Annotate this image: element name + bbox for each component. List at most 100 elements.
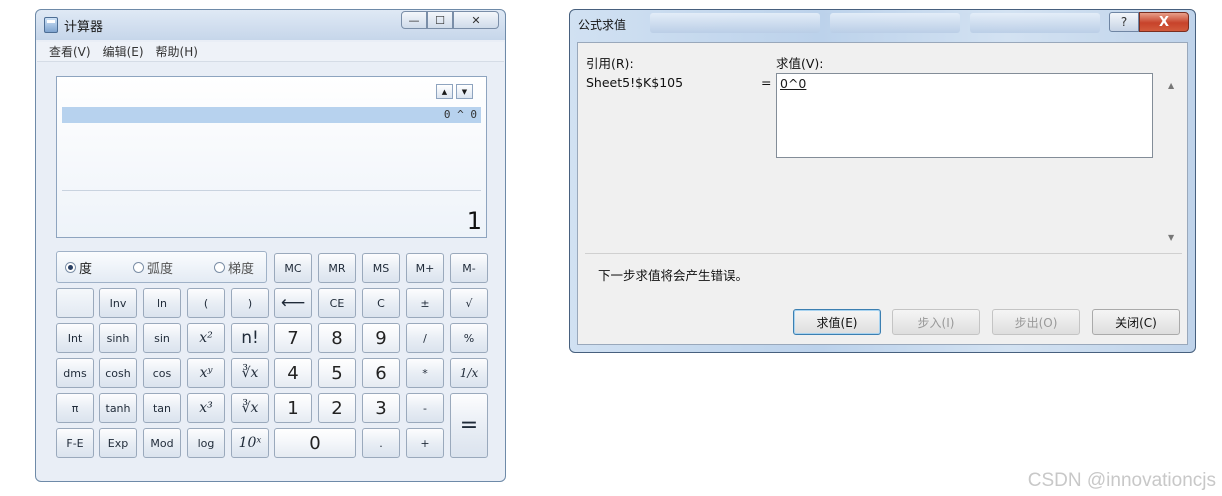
radio-grads[interactable]: 梯度 bbox=[213, 258, 254, 277]
menu-view[interactable]: 查看(V) bbox=[49, 43, 91, 60]
add-button[interactable]: + bbox=[406, 428, 444, 458]
evaluation-expression: 0^0 bbox=[780, 76, 807, 91]
square-button[interactable]: x² bbox=[187, 323, 225, 353]
backspace-button[interactable]: ⟵ bbox=[274, 288, 312, 318]
ten-power-button[interactable]: 10ˣ bbox=[231, 428, 269, 458]
history-scroll-up-button[interactable]: ▲ bbox=[436, 84, 453, 99]
fixed-exponent-button[interactable]: F-E bbox=[56, 428, 94, 458]
angle-mode-group: 度 弧度 梯度 bbox=[56, 251, 267, 283]
dialog-title: 公式求值 bbox=[578, 18, 627, 32]
history-scroll-down-button[interactable]: ▼ bbox=[456, 84, 473, 99]
digit-2-button[interactable]: 2 bbox=[318, 393, 356, 423]
factorial-button[interactable]: n! bbox=[231, 323, 269, 353]
evaluation-textbox[interactable]: 0^0 bbox=[776, 73, 1153, 158]
tan-button[interactable]: tan bbox=[143, 393, 181, 423]
calculator-window: 计算器 — ☐ ✕ 查看(V) 编辑(E) 帮助(H) ▲ ▼ 0 ^ 0 1 … bbox=[35, 9, 506, 482]
ln-button[interactable]: ln bbox=[143, 288, 181, 318]
open-paren-button[interactable]: ( bbox=[187, 288, 225, 318]
calculator-title: 计算器 bbox=[64, 19, 104, 35]
square-root-button[interactable]: √ bbox=[450, 288, 488, 318]
divider bbox=[585, 253, 1182, 254]
history-expression[interactable]: 0 ^ 0 bbox=[62, 107, 481, 123]
radio-selected-icon bbox=[65, 261, 76, 273]
scroll-down-icon[interactable]: ▼ bbox=[1168, 233, 1174, 242]
digit-4-button[interactable]: 4 bbox=[274, 358, 312, 388]
reference-value: Sheet5!$K$105 bbox=[586, 75, 684, 90]
minimize-button[interactable]: — bbox=[401, 11, 427, 29]
evaluate-button[interactable]: 求值(E) bbox=[793, 309, 881, 335]
radio-degrees-label: 度 bbox=[79, 261, 93, 277]
sin-button[interactable]: sin bbox=[143, 323, 181, 353]
memory-add-button[interactable]: M+ bbox=[406, 253, 444, 283]
blank-key bbox=[56, 288, 94, 318]
clear-button[interactable]: C bbox=[362, 288, 400, 318]
close-button[interactable]: ✕ bbox=[453, 11, 499, 29]
radio-radians[interactable]: 弧度 bbox=[132, 258, 173, 277]
title-bar-background bbox=[650, 13, 820, 33]
menu-help[interactable]: 帮助(H) bbox=[156, 43, 198, 60]
cos-button[interactable]: cos bbox=[143, 358, 181, 388]
decimal-button[interactable]: . bbox=[362, 428, 400, 458]
digit-0-button[interactable]: 0 bbox=[274, 428, 356, 458]
multiply-button[interactable]: * bbox=[406, 358, 444, 388]
reciprocal-button[interactable]: 1/x bbox=[450, 358, 488, 388]
inverse-button[interactable]: Inv bbox=[99, 288, 137, 318]
dialog-close-button[interactable]: X bbox=[1139, 12, 1189, 32]
calculator-display: ▲ ▼ 0 ^ 0 1 bbox=[56, 76, 487, 238]
digit-3-button[interactable]: 3 bbox=[362, 393, 400, 423]
evaluation-label: 求值(V): bbox=[776, 56, 824, 71]
radio-empty-icon bbox=[213, 261, 225, 273]
cube-root-button[interactable]: ∛x bbox=[231, 393, 269, 423]
status-message: 下一步求值将会产生错误。 bbox=[598, 268, 749, 283]
calculator-menu-bar: 查看(V) 编辑(E) 帮助(H) bbox=[37, 42, 504, 62]
subtract-button[interactable]: - bbox=[406, 393, 444, 423]
radio-radians-label: 弧度 bbox=[146, 261, 173, 277]
calculator-app-icon bbox=[44, 17, 58, 33]
equals-button[interactable]: = bbox=[450, 393, 488, 458]
digit-5-button[interactable]: 5 bbox=[318, 358, 356, 388]
dms-button[interactable]: dms bbox=[56, 358, 94, 388]
display-value: 1 bbox=[466, 207, 482, 235]
mod-button[interactable]: Mod bbox=[143, 428, 181, 458]
clear-entry-button[interactable]: CE bbox=[318, 288, 356, 318]
watermark-text: CSDN @innovationcjs bbox=[1027, 470, 1216, 491]
log-button[interactable]: log bbox=[187, 428, 225, 458]
exp-button[interactable]: Exp bbox=[99, 428, 137, 458]
pi-button[interactable]: π bbox=[56, 393, 94, 423]
tanh-button[interactable]: tanh bbox=[99, 393, 137, 423]
memory-clear-button[interactable]: MC bbox=[274, 253, 312, 283]
digit-6-button[interactable]: 6 bbox=[362, 358, 400, 388]
sinh-button[interactable]: sinh bbox=[99, 323, 137, 353]
menu-edit[interactable]: 编辑(E) bbox=[103, 43, 144, 60]
memory-recall-button[interactable]: MR bbox=[318, 253, 356, 283]
close-paren-button[interactable]: ) bbox=[231, 288, 269, 318]
calculator-title-bar: 计算器 bbox=[44, 14, 103, 36]
help-button[interactable]: ? bbox=[1109, 12, 1139, 32]
digit-8-button[interactable]: 8 bbox=[318, 323, 356, 353]
step-out-button[interactable]: 步出(O) bbox=[992, 309, 1080, 335]
yth-root-button[interactable]: ∛x bbox=[231, 358, 269, 388]
reference-label: 引用(R): bbox=[586, 56, 634, 71]
digit-9-button[interactable]: 9 bbox=[362, 323, 400, 353]
power-button[interactable]: xʸ bbox=[187, 358, 225, 388]
divide-button[interactable]: / bbox=[406, 323, 444, 353]
memory-subtract-button[interactable]: M- bbox=[450, 253, 488, 283]
close-dialog-button[interactable]: 关闭(C) bbox=[1092, 309, 1180, 335]
evaluate-formula-dialog: 公式求值 ? X 引用(R): 求值(V): Sheet5!$K$105 = 0… bbox=[569, 9, 1196, 353]
calculator-window-controls: — ☐ ✕ bbox=[401, 11, 499, 29]
cosh-button[interactable]: cosh bbox=[99, 358, 137, 388]
integer-button[interactable]: Int bbox=[56, 323, 94, 353]
negate-button[interactable]: ± bbox=[406, 288, 444, 318]
radio-empty-icon bbox=[132, 261, 144, 273]
percent-button[interactable]: % bbox=[450, 323, 488, 353]
digit-1-button[interactable]: 1 bbox=[274, 393, 312, 423]
equals-sign: = bbox=[761, 75, 772, 90]
radio-degrees[interactable]: 度 bbox=[65, 258, 92, 277]
scroll-up-icon[interactable]: ▲ bbox=[1168, 81, 1174, 90]
digit-7-button[interactable]: 7 bbox=[274, 323, 312, 353]
step-in-button[interactable]: 步入(I) bbox=[892, 309, 980, 335]
memory-store-button[interactable]: MS bbox=[362, 253, 400, 283]
title-bar-background bbox=[970, 13, 1100, 33]
cube-button[interactable]: x³ bbox=[187, 393, 225, 423]
maximize-button[interactable]: ☐ bbox=[427, 11, 453, 29]
